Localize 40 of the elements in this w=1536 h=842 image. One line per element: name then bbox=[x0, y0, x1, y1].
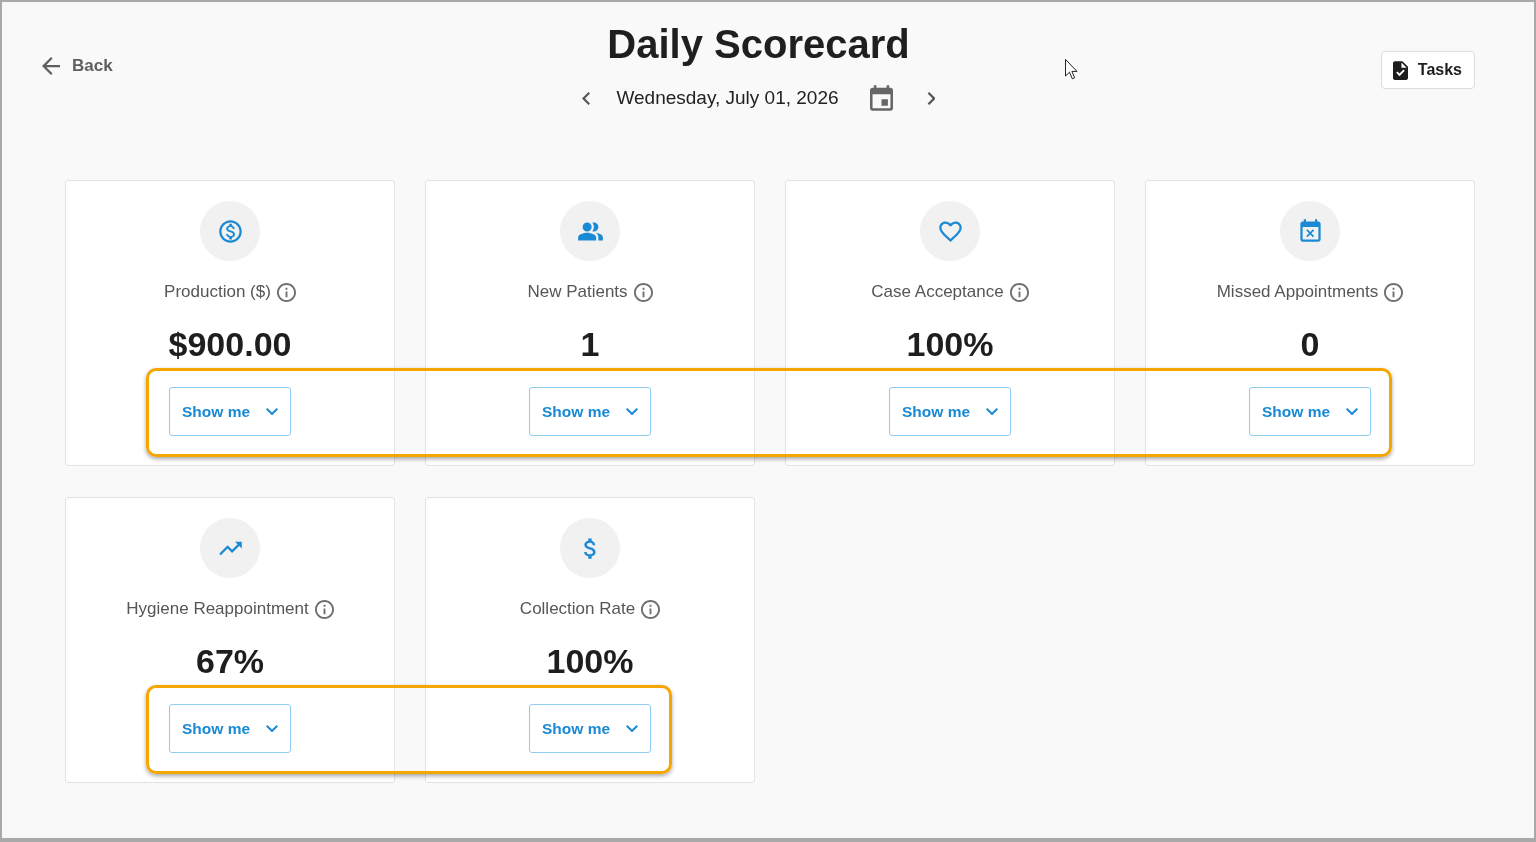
show-me-button[interactable]: Show me bbox=[169, 704, 291, 753]
back-link[interactable]: Back bbox=[42, 56, 113, 76]
metric-value: 67% bbox=[195, 641, 265, 681]
chevron-down-icon bbox=[626, 724, 638, 733]
chevron-down-icon bbox=[986, 407, 998, 416]
date-label: Wednesday, July 01, 2026 bbox=[616, 87, 839, 109]
info-icon[interactable] bbox=[1384, 282, 1404, 302]
chevron-left-icon bbox=[582, 91, 591, 105]
info-icon[interactable] bbox=[314, 599, 334, 619]
chevron-down-icon bbox=[1346, 407, 1358, 416]
document-check-icon bbox=[1392, 60, 1408, 80]
metric-value: 100% bbox=[546, 641, 634, 681]
info-icon[interactable] bbox=[641, 599, 661, 619]
mouse-cursor-icon bbox=[1065, 59, 1078, 80]
chevron-down-icon bbox=[266, 724, 278, 733]
show-me-button[interactable]: Show me bbox=[169, 387, 291, 436]
info-icon[interactable] bbox=[276, 282, 296, 302]
show-me-button[interactable]: Show me bbox=[889, 387, 1011, 436]
chevron-down-icon bbox=[626, 407, 638, 416]
metric-label: Missed Appointments bbox=[1216, 282, 1379, 302]
info-icon[interactable] bbox=[1009, 282, 1029, 302]
metric-value: 0 bbox=[1300, 324, 1320, 364]
tasks-button[interactable]: Tasks bbox=[1380, 51, 1475, 89]
metric-value: 100% bbox=[906, 324, 994, 364]
show-me-button[interactable]: Show me bbox=[529, 387, 651, 436]
metric-label: Production ($) bbox=[164, 282, 271, 302]
chevron-down-icon bbox=[266, 407, 278, 416]
metric-label: Case Acceptance bbox=[871, 282, 1004, 302]
chevron-right-icon bbox=[926, 91, 935, 105]
metric-label: New Patients bbox=[527, 282, 628, 302]
arrow-left-icon bbox=[42, 57, 60, 75]
show-me-button[interactable]: Show me bbox=[529, 704, 651, 753]
show-me-button[interactable]: Show me bbox=[1249, 387, 1371, 436]
metric-label: Hygiene Reappointment bbox=[126, 599, 309, 619]
metric-value: $900.00 bbox=[168, 324, 292, 364]
metric-label: Collection Rate bbox=[519, 599, 636, 619]
calendar-icon bbox=[870, 85, 894, 111]
info-icon[interactable] bbox=[633, 282, 653, 302]
page-title: Daily Scorecard bbox=[607, 21, 910, 68]
metric-value: 1 bbox=[580, 324, 600, 364]
